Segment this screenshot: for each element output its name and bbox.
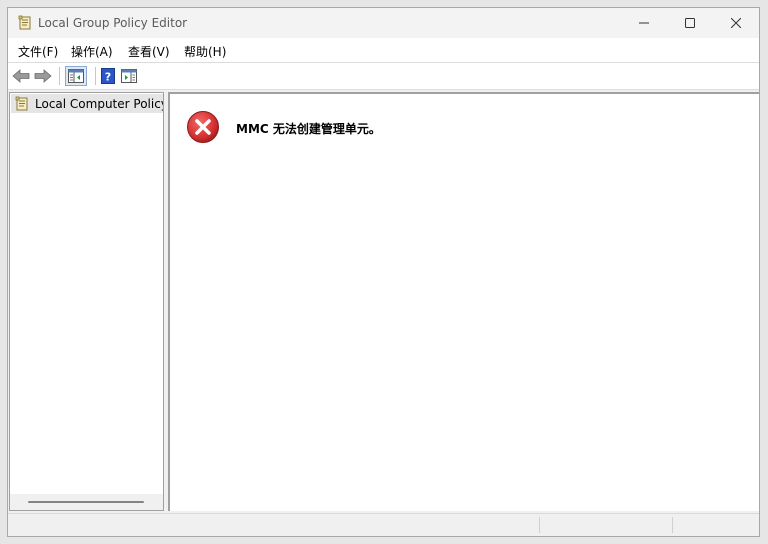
- menu-bar: 文件(F) 操作(A) 查看(V) 帮助(H): [8, 38, 759, 62]
- forward-arrow-icon: [34, 69, 52, 83]
- result-pane: MMC 无法创建管理单元。: [168, 92, 759, 511]
- toolbar-separator: [59, 67, 60, 85]
- menu-action[interactable]: 操作(A): [71, 43, 113, 60]
- help-icon: ?: [101, 68, 115, 84]
- close-icon: [731, 18, 741, 28]
- toolbar: ?: [8, 62, 759, 90]
- error-message: MMC 无法创建管理单元。: [236, 122, 381, 136]
- error-x-icon: [186, 110, 220, 144]
- back-button[interactable]: [12, 67, 30, 85]
- show-hide-console-tree-button[interactable]: [65, 66, 87, 86]
- menu-file[interactable]: 文件(F): [18, 43, 58, 60]
- show-hide-console-tree-icon: [68, 69, 84, 83]
- scrollbar-thumb[interactable]: [28, 501, 144, 503]
- console-tree-pane: Local Computer Policy: [9, 92, 164, 511]
- forward-button[interactable]: [34, 67, 52, 85]
- svg-text:?: ?: [105, 71, 111, 84]
- horizontal-scrollbar[interactable]: [10, 494, 163, 510]
- menu-view[interactable]: 查看(V): [128, 43, 170, 60]
- title-bar[interactable]: Local Group Policy Editor: [8, 8, 759, 38]
- status-separator: [539, 517, 540, 533]
- policy-document-icon: [14, 96, 30, 112]
- policy-document-icon: [17, 15, 33, 31]
- tree-item-label: Local Computer Policy: [35, 97, 163, 111]
- content-area: Local Computer Policy MMC 无法创建管理单元。: [8, 90, 759, 513]
- maximize-icon: [685, 18, 695, 28]
- app-window: Local Group Policy Editor 文件(F) 操作(A) 查看…: [7, 7, 760, 537]
- toolbar-separator: [95, 67, 96, 85]
- help-button[interactable]: ?: [99, 67, 117, 85]
- status-separator: [672, 517, 673, 533]
- status-bar: [8, 513, 759, 536]
- minimize-button[interactable]: [621, 8, 667, 38]
- minimize-icon: [639, 22, 649, 24]
- menu-help[interactable]: 帮助(H): [184, 43, 226, 60]
- back-arrow-icon: [12, 69, 30, 83]
- window-title: Local Group Policy Editor: [38, 16, 188, 30]
- close-button[interactable]: [713, 8, 759, 38]
- action-pane-icon: [121, 69, 137, 83]
- action-pane-button[interactable]: [120, 67, 138, 85]
- tree-item-local-computer-policy[interactable]: Local Computer Policy: [11, 94, 163, 113]
- maximize-button[interactable]: [667, 8, 713, 38]
